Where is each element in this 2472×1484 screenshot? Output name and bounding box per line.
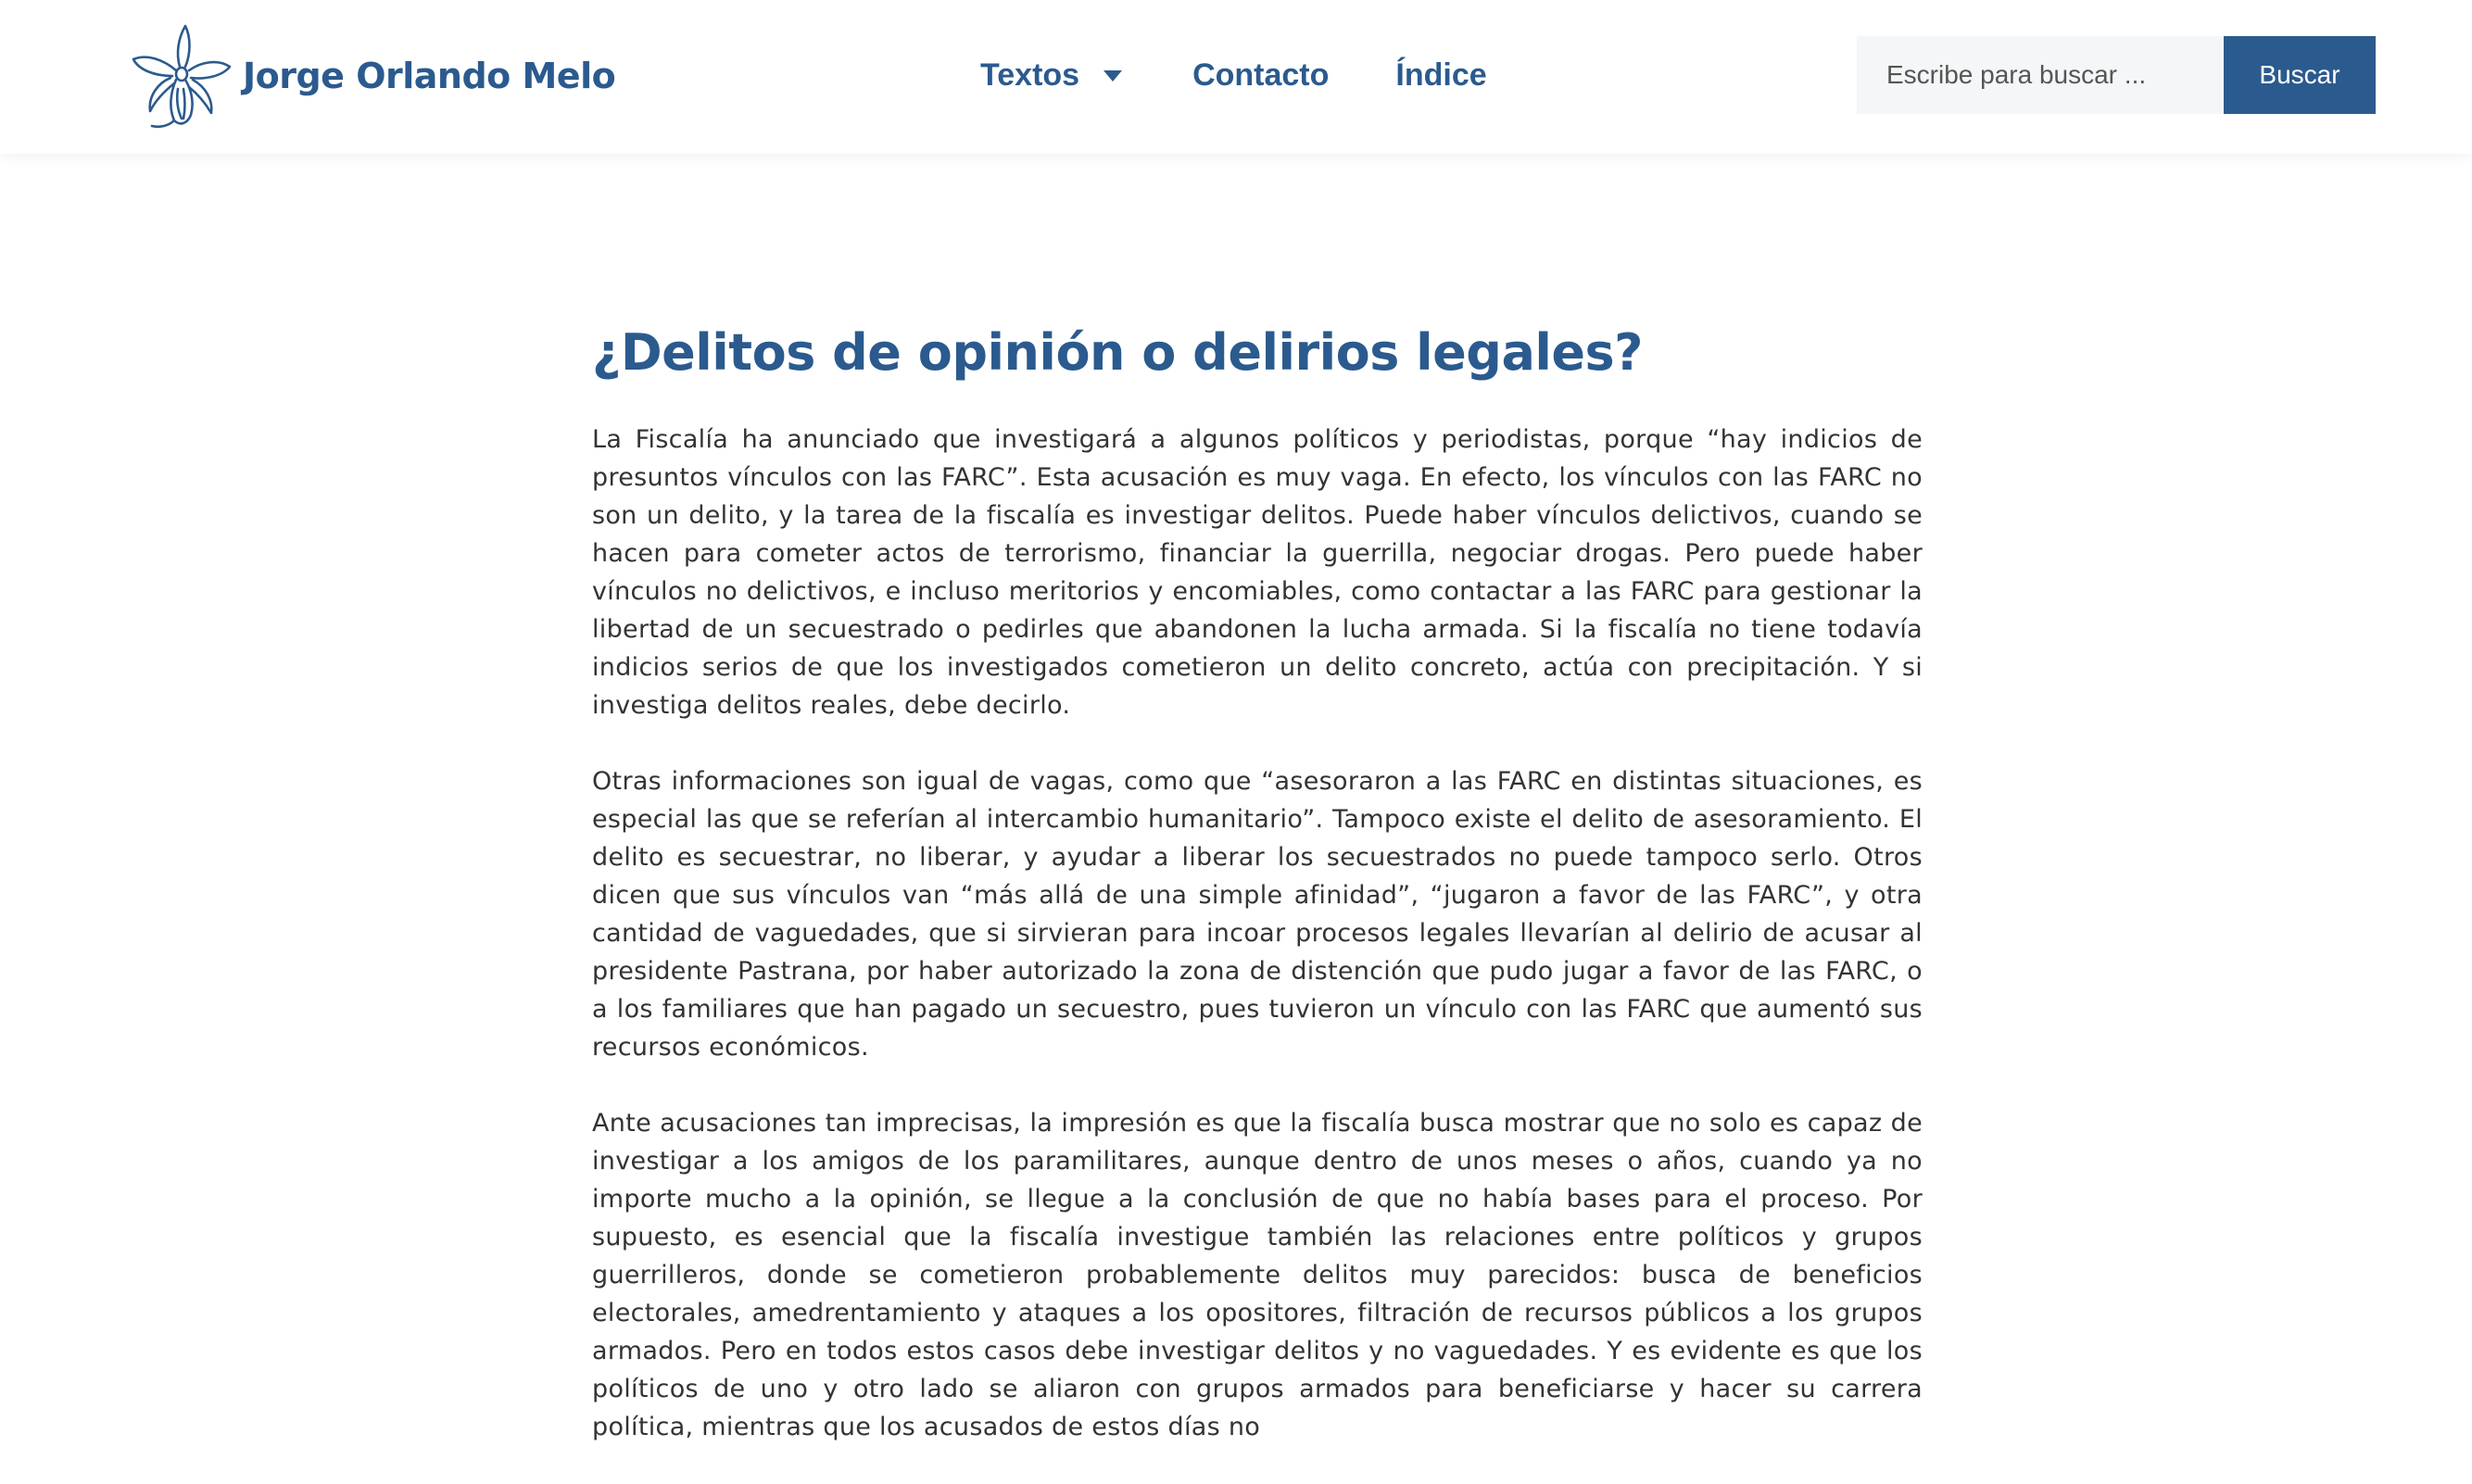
article-paragraph: Otras informaciones son igual de vagas, …: [592, 767, 1923, 1062]
search-input[interactable]: [1857, 36, 2224, 114]
site-title: Jorge Orlando Melo: [243, 56, 616, 96]
nav-item-indice[interactable]: Índice: [1395, 57, 1486, 94]
search-form: Buscar: [1857, 36, 2376, 114]
nav-item-textos-label: Textos: [980, 57, 1080, 93]
nav-item-textos[interactable]: Textos: [980, 57, 1123, 94]
brand-home-link[interactable]: Jorge Orlando Melo: [130, 20, 616, 132]
article-title: ¿Delitos de opinión o delirios legales?: [592, 323, 1644, 382]
site-header: Jorge Orlando Melo Textos Contacto Índic…: [0, 0, 2472, 154]
search-button[interactable]: Buscar: [2224, 36, 2376, 114]
article-paragraph: La Fiscalía ha anunciado que investigará…: [592, 425, 1923, 720]
nav-item-contacto[interactable]: Contacto: [1192, 57, 1329, 94]
orchid-flower-icon: [132, 24, 232, 129]
main-navigation: Textos Contacto Índice: [980, 46, 1487, 104]
article: ¿Delitos de opinión o delirios legales? …: [592, 315, 1923, 1484]
caret-down-icon[interactable]: [1104, 70, 1123, 82]
article-paragraph: Ante acusaciones tan imprecisas, la impr…: [592, 1109, 1923, 1441]
